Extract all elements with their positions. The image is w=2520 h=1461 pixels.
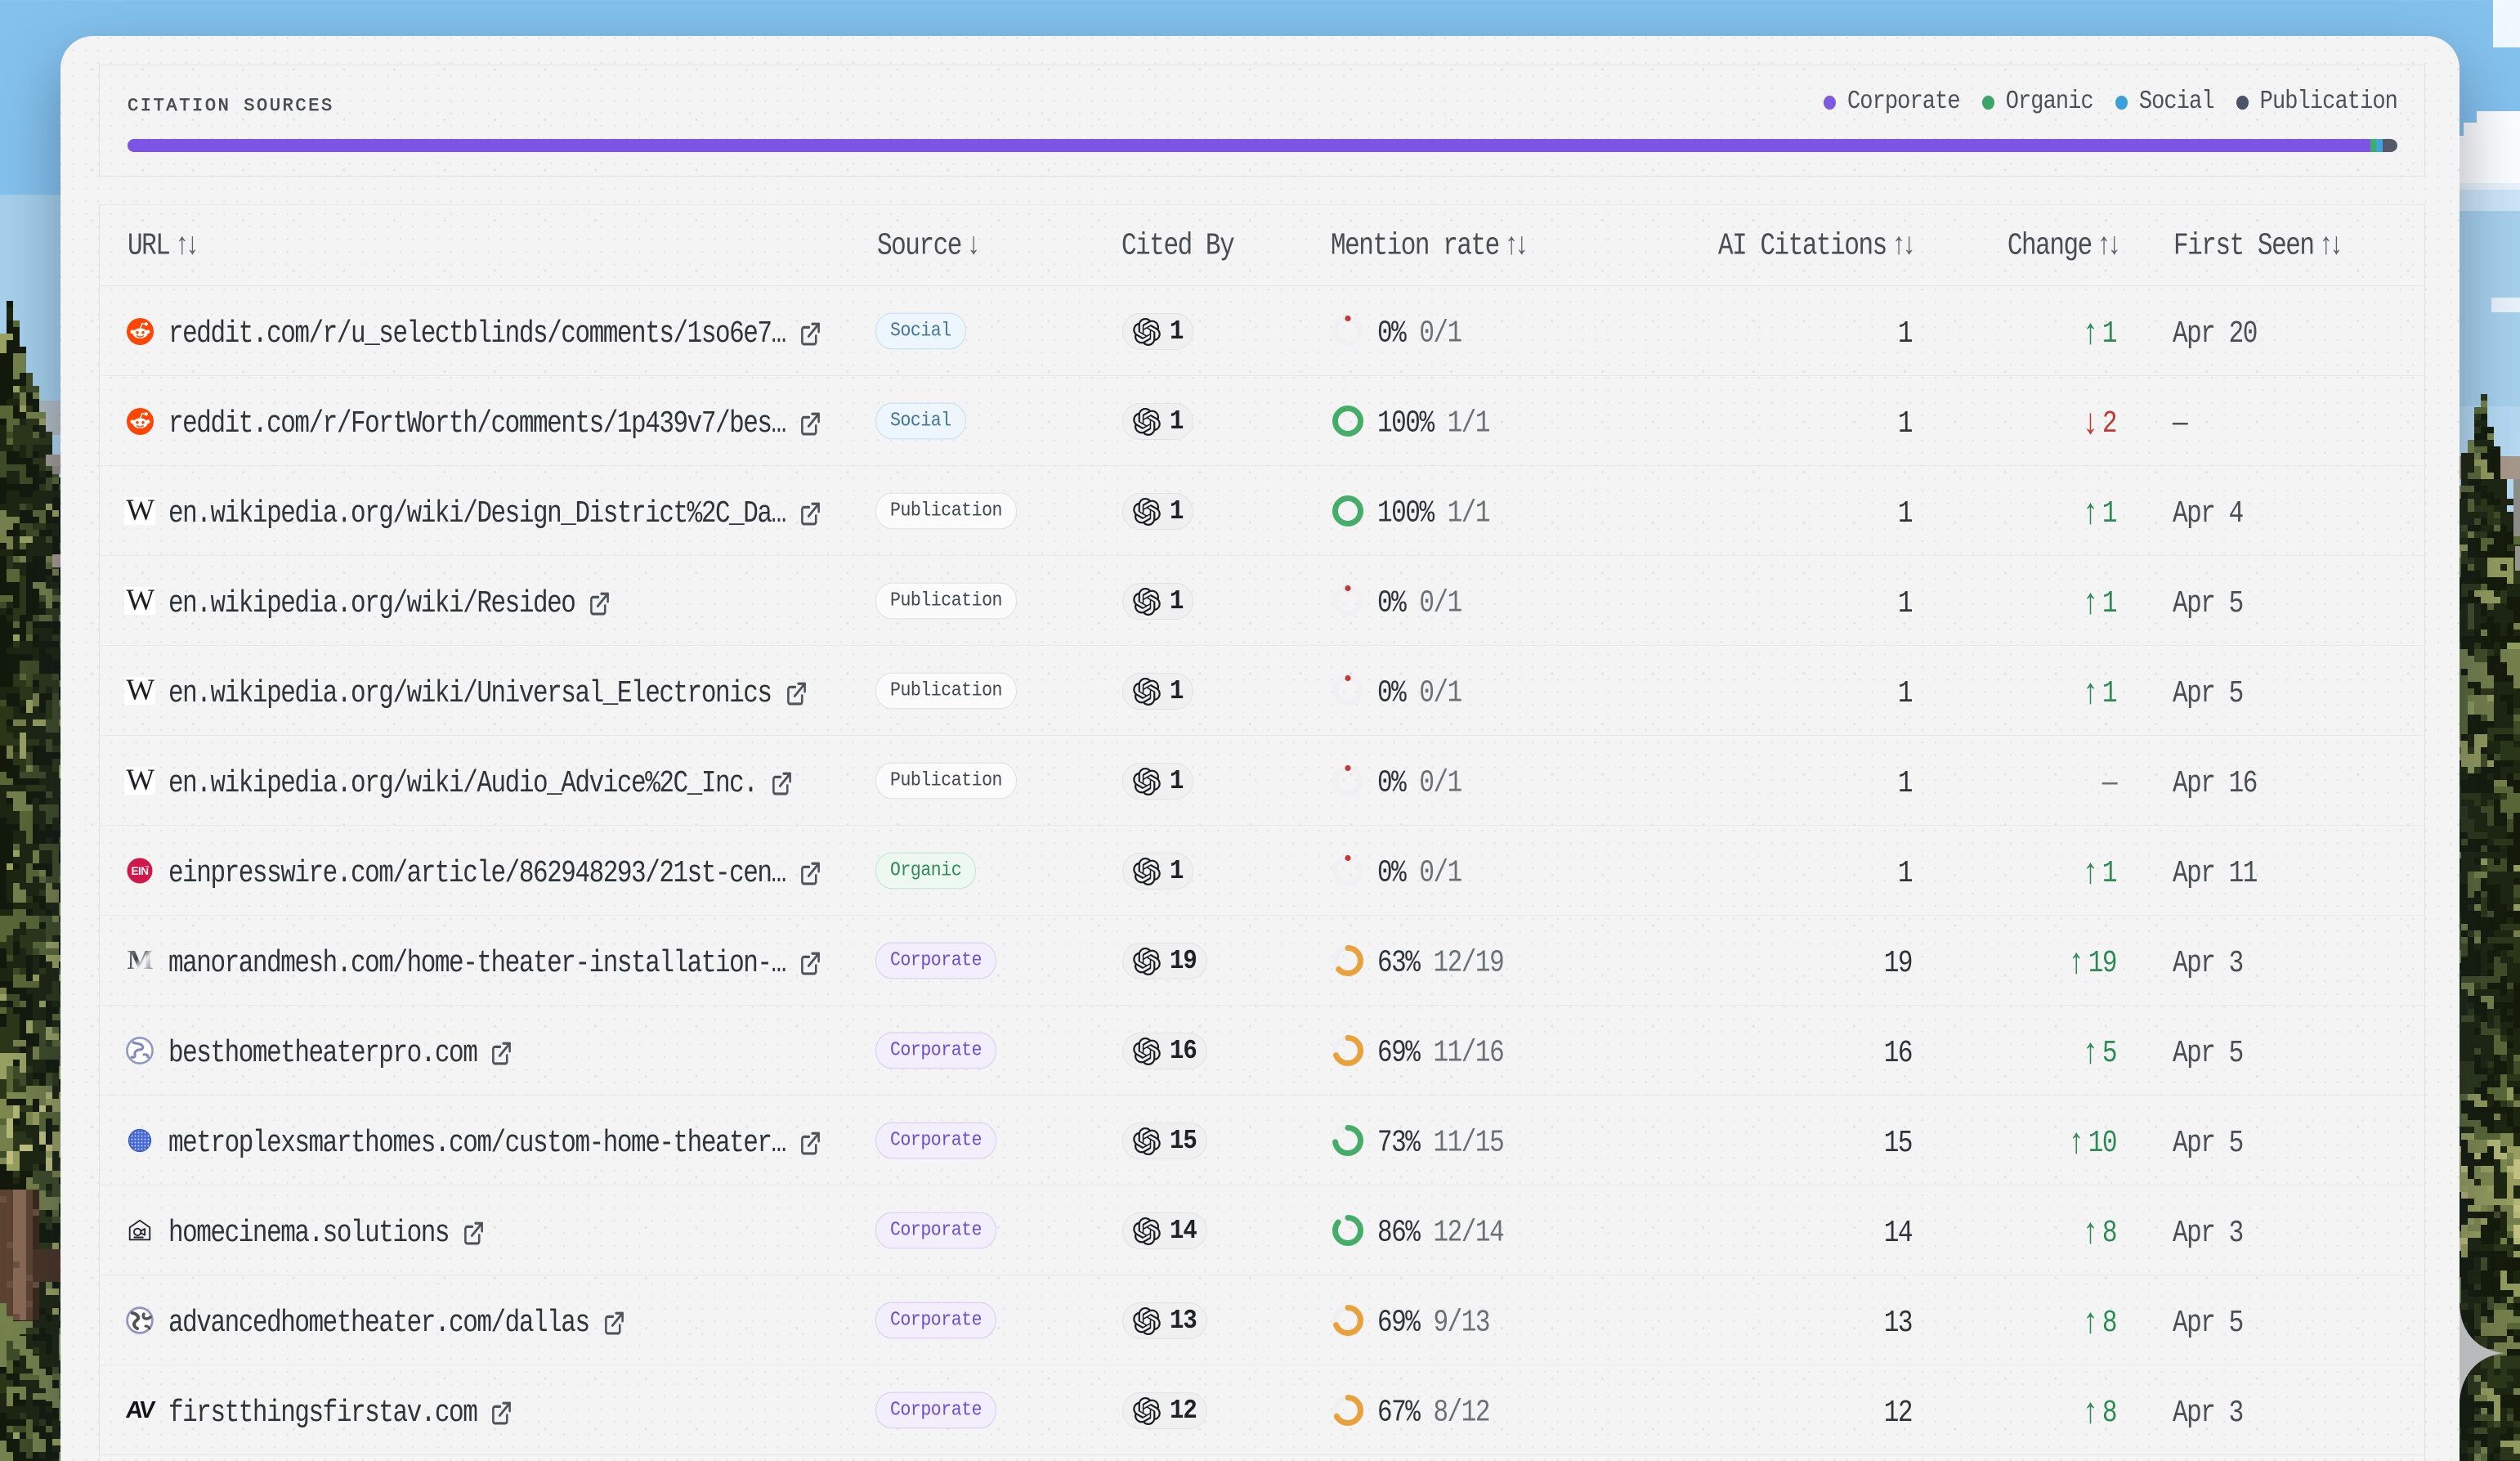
svg-text:M: M bbox=[128, 945, 154, 975]
